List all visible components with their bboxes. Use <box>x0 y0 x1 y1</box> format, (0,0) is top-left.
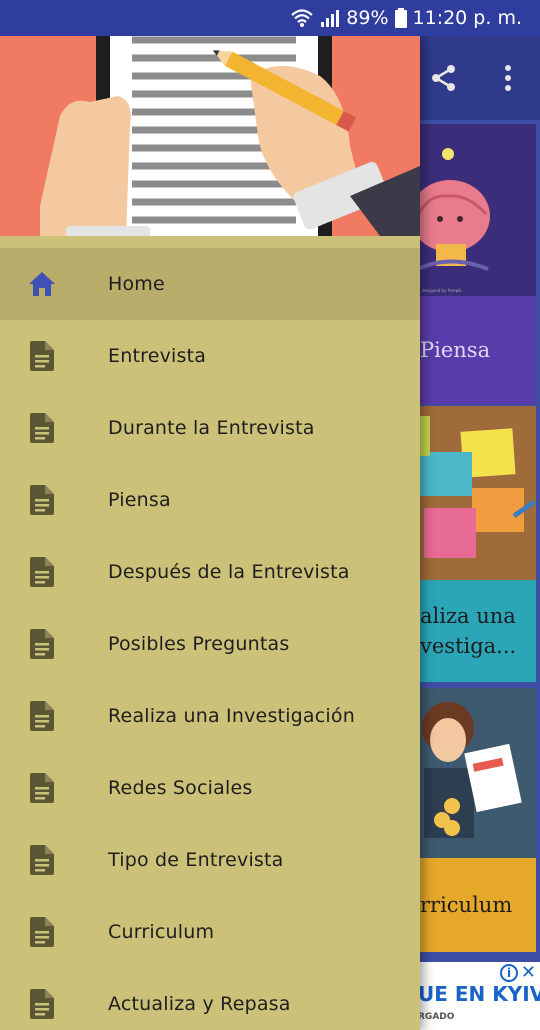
menu-item-curriculum[interactable]: Curriculum <box>0 896 420 968</box>
card-piensa[interactable]: designed by freepik Piensa <box>418 124 536 404</box>
overflow-menu-icon[interactable] <box>490 60 526 96</box>
navigation-drawer: Home Entrevista Durante la Entrevista Pi… <box>0 36 420 1030</box>
menu-item-label: Posibles Preguntas <box>108 633 290 655</box>
wifi-icon <box>291 9 314 27</box>
info-icon[interactable]: i <box>500 964 518 982</box>
menu-item-despues-de-la-entrevista[interactable]: Después de la Entrevista <box>0 536 420 608</box>
menu-item-redes-sociales[interactable]: Redes Sociales <box>0 752 420 824</box>
signal-icon <box>321 10 340 27</box>
drawer-header-image <box>0 36 420 236</box>
menu-item-label: Home <box>108 273 165 295</box>
document-icon <box>0 557 84 587</box>
document-icon <box>0 413 84 443</box>
document-icon <box>0 989 84 1019</box>
menu-item-realiza-una-investigacion[interactable]: Realiza una Investigación <box>0 680 420 752</box>
menu-item-label: Después de la Entrevista <box>108 561 350 583</box>
status-bar: 89% 11:20 p. m. <box>0 0 540 36</box>
menu-item-actualiza-y-repasa[interactable]: Actualiza y Repasa <box>0 968 420 1030</box>
close-icon[interactable]: ✕ <box>521 962 536 983</box>
ad-headline: UE EN KYIV <box>418 982 540 1006</box>
menu-item-durante-la-entrevista[interactable]: Durante la Entrevista <box>0 392 420 464</box>
brain-illustration: designed by freepik <box>418 124 536 296</box>
menu-item-label: Realiza una Investigación <box>108 705 355 727</box>
battery-percent: 89% <box>346 7 389 29</box>
menu-item-label: Piensa <box>108 489 171 511</box>
menu-item-tipo-de-entrevista[interactable]: Tipo de Entrevista <box>0 824 420 896</box>
battery-icon <box>394 8 407 28</box>
ad-subtext: RGADO <box>418 1012 455 1022</box>
document-icon <box>0 629 84 659</box>
ad-banner[interactable]: UE EN KYIV RGADO i ✕ <box>418 962 540 1030</box>
menu-item-label: Tipo de Entrevista <box>108 849 284 871</box>
home-icon <box>0 270 84 298</box>
menu-item-piensa[interactable]: Piensa <box>0 464 420 536</box>
document-icon <box>0 917 84 947</box>
person-document-illustration <box>418 688 536 858</box>
menu-item-posibles-preguntas[interactable]: Posibles Preguntas <box>0 608 420 680</box>
menu-item-label: Actualiza y Repasa <box>108 993 291 1015</box>
card-list: designed by freepik Piensa aliza una ves… <box>418 124 536 952</box>
share-icon[interactable] <box>426 60 462 96</box>
document-icon <box>0 845 84 875</box>
menu-item-home[interactable]: Home <box>0 248 420 320</box>
menu-item-entrevista[interactable]: Entrevista <box>0 320 420 392</box>
card-label: aliza una vestiga... <box>418 580 536 682</box>
drawer-menu: Home Entrevista Durante la Entrevista Pi… <box>0 248 420 1030</box>
menu-item-label: Redes Sociales <box>108 777 253 799</box>
document-icon <box>0 701 84 731</box>
clock: 11:20 p. m. <box>412 7 522 29</box>
card-label: rriculum <box>418 858 536 952</box>
document-icon <box>0 341 84 371</box>
menu-item-label: Durante la Entrevista <box>108 417 315 439</box>
menu-item-label: Curriculum <box>108 921 215 943</box>
svg-text:designed by freepik: designed by freepik <box>422 288 462 293</box>
card-investigacion[interactable]: aliza una vestiga... <box>418 406 536 682</box>
document-icon <box>0 485 84 515</box>
menu-item-label: Entrevista <box>108 345 207 367</box>
document-icon <box>0 773 84 803</box>
sticky-notes-illustration <box>418 406 536 580</box>
card-curriculum[interactable]: rriculum <box>418 688 536 952</box>
card-label: Piensa <box>418 296 536 404</box>
